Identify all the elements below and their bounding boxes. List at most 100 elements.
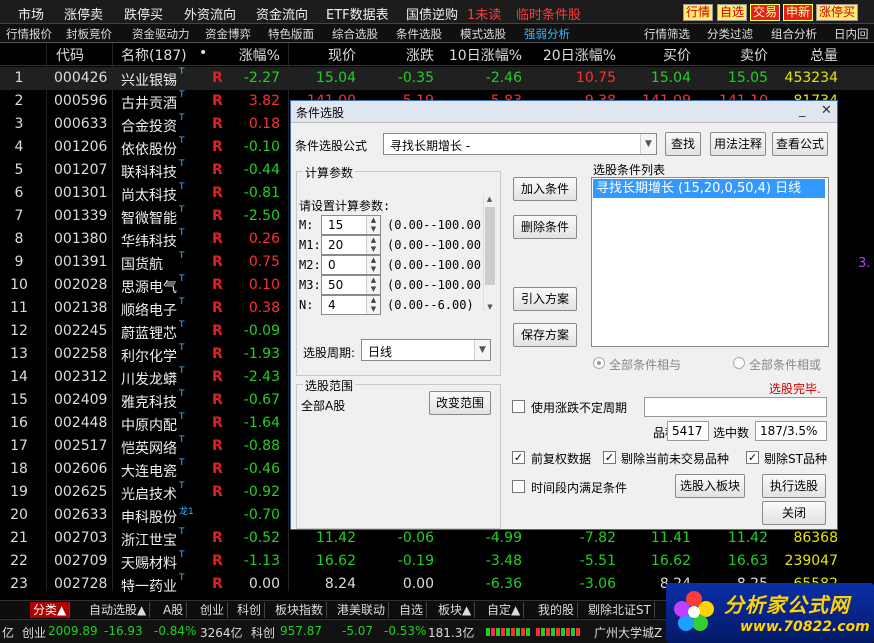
close-icon[interactable]: ✕ (821, 103, 832, 118)
stock-name: 古井贡酒 (121, 96, 177, 112)
chevron-up-icon[interactable]: ▲ (484, 195, 495, 203)
col-bid[interactable]: 买价 (663, 45, 691, 65)
tab-category-filter[interactable]: 分类过滤 (707, 26, 753, 42)
col-20day[interactable]: 20日涨幅% (543, 45, 616, 65)
spin-arrows-icon[interactable]: ▲ ▼ (366, 236, 380, 254)
chevron-down-icon[interactable]: ▼ (640, 134, 656, 154)
save-scheme-button[interactable]: 保存方案 (513, 323, 577, 347)
menu-etf-data[interactable]: ETF数据表 (326, 4, 389, 23)
spin-arrows-icon[interactable]: ▲ ▼ (366, 276, 380, 294)
load-scheme-button[interactable]: 引入方案 (513, 287, 577, 311)
col-pct[interactable]: 涨幅% (239, 45, 280, 65)
tab-portfolio-analysis[interactable]: 组合分析 (771, 26, 817, 42)
quote-button[interactable]: 行情 (683, 4, 714, 21)
temp-condition-alert[interactable]: 临时条件股 (516, 4, 581, 23)
tab-feature-layout[interactable]: 特色版面 (268, 26, 314, 42)
menu-bond-repo[interactable]: 国债逆购 (406, 4, 458, 23)
run-screen-button[interactable]: 执行选股 (762, 474, 826, 498)
exclude-st-checkbox[interactable]: ✓ (746, 451, 759, 464)
forward-adjust-checkbox[interactable]: ✓ (512, 451, 525, 464)
tab-condition-screen[interactable]: 条件选股 (396, 26, 442, 42)
spin-arrows-icon[interactable]: ▲ ▼ (366, 296, 380, 314)
trade-button[interactable]: 交易 (750, 4, 781, 21)
time-period-checkbox[interactable] (512, 480, 525, 493)
spin-arrows-icon[interactable]: ▲ ▼ (366, 256, 380, 274)
params-group-title: 计算参数 (303, 164, 356, 181)
add-condition-button[interactable]: 加入条件 (513, 177, 577, 201)
param-spinbox[interactable]: 50 ▲ ▼ (321, 275, 381, 295)
usage-notes-button[interactable]: 用法注释 (710, 132, 766, 156)
minimize-icon[interactable]: _ (799, 103, 806, 118)
formula-select[interactable]: 寻找长期增长 - ▼ (383, 133, 657, 155)
spin-arrows-icon[interactable]: ▲ ▼ (366, 216, 380, 234)
table-row[interactable]: 1 000426 兴业银锡 T R -2.27 15.04 -0.35 -2.46 10.75 15… (0, 67, 874, 90)
param-spinbox[interactable]: 20 ▲ ▼ (321, 235, 381, 255)
name-superscript: T (179, 527, 185, 537)
chevron-down-icon[interactable]: ▼ (484, 303, 496, 311)
tab-capital-game[interactable]: 资金博弈 (205, 26, 251, 42)
tab-star[interactable]: 科创 (234, 602, 266, 618)
tab-sector[interactable]: 板块▲ (435, 602, 476, 618)
tab-strength-analysis[interactable]: 强弱分析 (524, 26, 570, 42)
tab-composite-screen[interactable]: 综合选股 (332, 26, 378, 42)
param-spinbox[interactable]: 15 ▲ ▼ (321, 215, 381, 235)
menu-market[interactable]: 市场 (18, 4, 44, 23)
col-volume[interactable]: 总量 (810, 45, 838, 65)
apply-new-button[interactable]: 申新 (783, 4, 814, 21)
col-code[interactable]: 代码 (56, 45, 84, 65)
tab-category[interactable]: 分类▲ (30, 602, 71, 618)
menu-limit-up-sell[interactable]: 涨停卖 (64, 4, 103, 23)
tab-exclude-bse-st[interactable]: 剔除北证ST (585, 602, 655, 618)
row-index: 16 (10, 415, 28, 431)
radio-or[interactable] (733, 357, 745, 369)
stock-code: 002606 (54, 461, 108, 477)
menu-limit-down-buy[interactable]: 跌停买 (124, 4, 163, 23)
change-scope-button[interactable]: 改变范围 (429, 391, 491, 415)
table-row[interactable]: 21 002703 浙江世宝 T R -0.52 11.42 -0.06 -4.99 -7.82 1… (0, 527, 874, 550)
tab-custom[interactable]: 自定▲ (484, 602, 525, 618)
tab-sector-index[interactable]: 板块指数 (272, 602, 328, 618)
scrollbar-thumb[interactable] (485, 207, 495, 285)
tab-seal-auction[interactable]: 封板竞价 (66, 26, 112, 42)
params-scrollbar[interactable]: ▲ ▼ (483, 195, 495, 311)
delete-condition-button[interactable]: 删除条件 (513, 215, 577, 239)
limit-up-buy-button[interactable]: 涨停买 (816, 4, 859, 21)
condition-list[interactable]: 寻找长期增长 (15,20,0,50,4) 日线 (591, 177, 829, 347)
close-button[interactable]: 关闭 (762, 501, 826, 525)
param-spinbox[interactable]: 0 ▲ ▼ (321, 255, 381, 275)
tab-my-stocks[interactable]: 我的股 (535, 602, 579, 618)
tab-a-share[interactable]: A股 (160, 602, 188, 618)
col-dot[interactable]: • (199, 45, 207, 61)
menu-capital-flow[interactable]: 资金流向 (256, 4, 308, 23)
tab-hk-us-linkage[interactable]: 港美联动 (334, 602, 390, 618)
radio-and[interactable] (593, 357, 605, 369)
tab-chinext[interactable]: 创业 (197, 602, 229, 618)
tab-quote-list[interactable]: 行情报价 (6, 26, 52, 42)
dialog-titlebar[interactable]: 条件选股 _ ✕ (291, 101, 837, 123)
find-button[interactable]: 查找 (665, 132, 701, 156)
col-ask[interactable]: 卖价 (740, 45, 768, 65)
condition-list-item[interactable]: 寻找长期增长 (15,20,0,50,4) 日线 (593, 179, 825, 198)
chevron-down-icon[interactable]: ▼ (474, 340, 490, 360)
exclude-notrade-checkbox[interactable]: ✓ (603, 451, 616, 464)
unread-alert[interactable]: 1未读 (467, 4, 501, 23)
tab-auto-screen[interactable]: 自动选股▲ (86, 602, 151, 618)
period-select[interactable]: 日线 ▼ (361, 339, 491, 361)
current-price: 8.24 (324, 576, 356, 592)
tab-watchlist[interactable]: 自选 (396, 602, 428, 618)
tab-pattern-screen[interactable]: 模式选股 (460, 26, 506, 42)
tab-quote-filter[interactable]: 行情筛选 (644, 26, 690, 42)
col-10day[interactable]: 10日涨幅% (449, 45, 522, 65)
chg-period-input[interactable] (644, 397, 827, 417)
use-chg-period-checkbox[interactable] (512, 400, 525, 413)
col-name[interactable]: 名称(187) (121, 45, 187, 65)
param-spinbox[interactable]: 4 ▲ ▼ (321, 295, 381, 315)
watchlist-button[interactable]: 自选 (717, 4, 748, 21)
tab-capital-drive[interactable]: 资金驱动力 (132, 26, 190, 42)
menu-foreign-flow[interactable]: 外资流向 (184, 4, 236, 23)
view-formula-button[interactable]: 查看公式 (772, 132, 828, 156)
add-to-sector-button[interactable]: 选股入板块 (675, 474, 745, 498)
table-row[interactable]: 22 002709 天赐材料 T R -1.13 16.62 -0.19 -3.48 -5.51 1… (0, 550, 874, 573)
col-change[interactable]: 涨跌 (406, 45, 434, 65)
col-price[interactable]: 现价 (328, 45, 356, 65)
